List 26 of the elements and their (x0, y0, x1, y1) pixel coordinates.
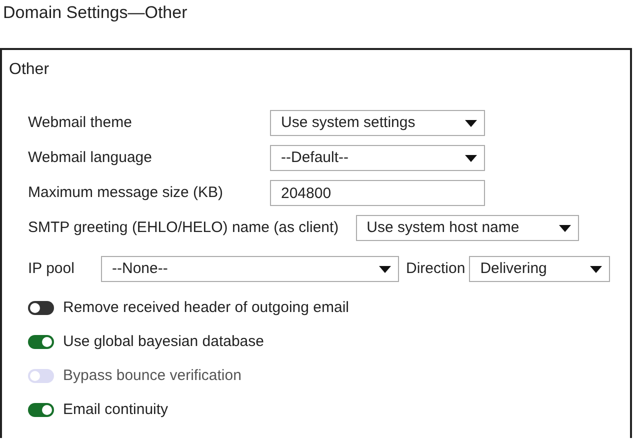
field-label: SMTP greeting (EHLO/HELO) name (as client) (28, 218, 339, 238)
dropdown[interactable]: Use system host name (356, 215, 579, 241)
caret-icon (379, 266, 391, 272)
toggle-switch[interactable] (28, 403, 54, 417)
dropdown[interactable]: Delivering (469, 256, 610, 282)
caret-icon (465, 120, 477, 126)
toggle-label: Bypass bounce verification (63, 366, 242, 386)
dropdown[interactable]: --None-- (101, 256, 399, 282)
field-label: Direction (406, 258, 466, 279)
page-title: Domain Settings—Other (2, 2, 188, 24)
caret-icon (590, 266, 602, 272)
section-title: Other (9, 60, 50, 80)
toggle-switch[interactable] (28, 301, 54, 315)
dropdown[interactable]: --Default-- (270, 145, 485, 171)
toggle-label: Use global bayesian database (63, 332, 264, 352)
dropdown[interactable]: Use system settings (270, 110, 485, 136)
text-field[interactable]: 204800 (270, 180, 485, 206)
caret-icon (465, 154, 477, 162)
field-label: IP pool (28, 258, 76, 279)
toggle-label: Remove received header of outgoing email (63, 298, 350, 318)
toggle-switch[interactable] (28, 335, 54, 349)
field-label: Maximum message size (KB) (28, 182, 224, 203)
caret-icon (558, 224, 571, 232)
field-label: Webmail theme (28, 112, 133, 133)
field-label: Webmail language (28, 148, 153, 168)
toggle-label: Email continuity (63, 400, 168, 420)
